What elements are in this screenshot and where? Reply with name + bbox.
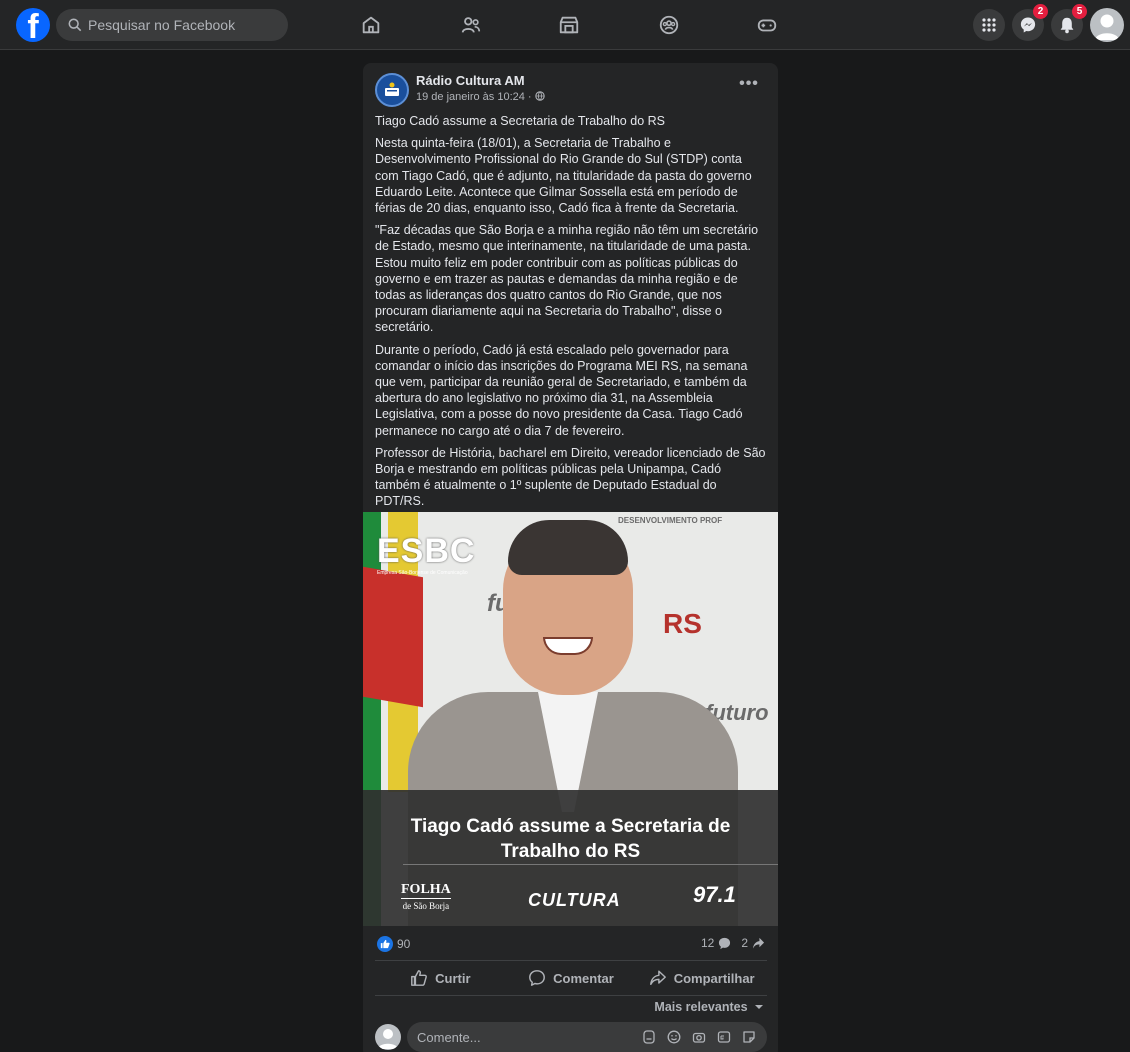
home-icon[interactable]	[358, 12, 384, 38]
actions-divider	[375, 995, 767, 996]
share-count[interactable]: 2	[741, 936, 748, 950]
post-paragraph: Professor de História, bacharel em Direi…	[375, 445, 766, 509]
post-timestamp[interactable]: 19 de janeiro às 10:24 ·	[416, 91, 545, 103]
post-paragraph: "Faz décadas que São Borja e a minha reg…	[375, 223, 759, 335]
comment-sort-label: Mais relevantes	[654, 1000, 748, 1014]
comment-icon	[529, 970, 546, 986]
notifications-button[interactable]: 5	[1051, 4, 1087, 41]
comment-box[interactable]	[407, 1022, 767, 1052]
share-button[interactable]: Compartilhar	[636, 962, 767, 994]
facebook-logo-letter: f	[27, 8, 39, 42]
wall-text-rs: RS	[663, 608, 702, 639]
avatar-sticker-icon[interactable]	[641, 1029, 657, 1045]
facebook-logo[interactable]: f	[16, 8, 50, 42]
share-arrow-icon	[752, 937, 765, 949]
caret-down-icon	[755, 1005, 763, 1009]
esbc-logo: ESBC	[377, 532, 476, 570]
user-silhouette-icon	[1095, 14, 1119, 40]
post-card: Rádio Cultura AM 19 de janeiro às 10:24 …	[363, 63, 778, 1052]
top-navigation-bar: f 2 5	[0, 0, 1130, 50]
post-headline: Tiago Cadó assume a Secretaria de Trabal…	[375, 114, 665, 128]
radio-logo-icon	[385, 82, 399, 96]
messenger-icon	[1020, 17, 1036, 33]
folha-logo-subtitle: de São Borja	[401, 898, 451, 912]
thumbs-up-icon	[411, 970, 428, 986]
fronteira-971-logo: 97.1	[693, 882, 736, 907]
grid-icon	[982, 18, 996, 32]
cultura-logo: CULTURA	[528, 890, 621, 910]
like-button[interactable]: Curtir	[375, 962, 506, 994]
engagement-counts: 12 2	[701, 936, 765, 950]
search-icon	[68, 18, 82, 32]
bell-icon	[1060, 17, 1074, 34]
messenger-badge: 2	[1033, 4, 1048, 19]
post-stats: 90 12 2	[375, 935, 767, 955]
notifications-badge: 5	[1072, 4, 1087, 19]
search-input[interactable]	[88, 17, 278, 33]
post-date-text: 19 de janeiro às 10:24 ·	[416, 91, 532, 103]
post-paragraph: Nesta quinta-feira (18/01), a Secretaria…	[375, 136, 752, 216]
post-actions: Curtir Comentar Compartilhar	[375, 962, 767, 994]
caption-divider	[403, 864, 778, 865]
comment-button[interactable]: Comentar	[506, 962, 637, 994]
image-caption: Tiago Cadó assume a Secretaria de Trabal…	[410, 816, 731, 862]
sticker-icon[interactable]	[741, 1029, 757, 1045]
post-image[interactable]: DESENVOLVIMENTO PROF futuro RS futuro ES…	[363, 512, 778, 926]
commenter-avatar[interactable]	[375, 1024, 401, 1050]
like-button-label: Curtir	[435, 970, 471, 986]
person-hair	[508, 520, 628, 575]
messenger-button[interactable]: 2	[1012, 4, 1048, 41]
user-silhouette-icon	[378, 1029, 398, 1049]
page-avatar[interactable]	[375, 73, 409, 107]
friends-icon[interactable]	[458, 12, 484, 38]
folha-logo-title: FOLHA	[401, 882, 451, 897]
groups-icon[interactable]	[656, 12, 682, 38]
gaming-icon[interactable]	[754, 12, 780, 38]
comment-sort-dropdown[interactable]: Mais relevantes	[654, 1000, 764, 1014]
marketplace-icon[interactable]	[556, 12, 582, 38]
post-paragraph: Durante o período, Cadó já está escalado…	[375, 342, 748, 438]
camera-icon[interactable]	[691, 1029, 707, 1045]
folha-logo: FOLHA de São Borja	[401, 882, 451, 912]
search-box[interactable]	[56, 9, 288, 41]
share-icon	[649, 970, 666, 986]
page-name[interactable]: Rádio Cultura AM	[416, 73, 525, 88]
gif-icon[interactable]	[716, 1029, 732, 1045]
more-options-button[interactable]: •••	[735, 76, 763, 97]
globe-icon	[534, 91, 545, 101]
menu-grid-button[interactable]	[973, 9, 1005, 41]
post-body: Tiago Cadó assume a Secretaria de Trabal…	[375, 113, 767, 516]
comment-input[interactable]	[417, 1029, 637, 1045]
like-reaction-icon	[377, 936, 393, 952]
emoji-icon[interactable]	[666, 1029, 682, 1045]
account-avatar[interactable]	[1090, 8, 1124, 42]
comment-composer	[375, 1022, 767, 1052]
esbc-logo-subtitle: Empresa São-Borjense de Comunicação	[377, 570, 468, 576]
stats-divider	[375, 960, 767, 961]
comment-bubble-icon	[719, 937, 731, 949]
wall-text-top: DESENVOLVIMENTO PROF	[618, 516, 723, 525]
comment-tools	[641, 1029, 757, 1045]
flag-stripe-red	[363, 566, 423, 708]
comment-button-label: Comentar	[553, 970, 614, 986]
comment-count[interactable]: 12	[701, 936, 714, 950]
share-button-label: Compartilhar	[673, 970, 755, 986]
like-count[interactable]: 90	[397, 937, 410, 951]
